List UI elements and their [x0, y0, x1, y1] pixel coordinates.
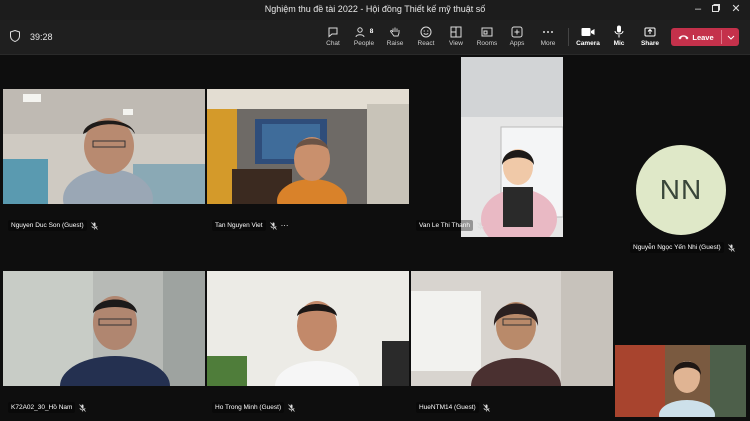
- mic-muted-icon: [79, 403, 87, 412]
- hand-icon: [390, 27, 400, 36]
- chat-icon: [328, 27, 338, 38]
- window-titlebar: Nghiệm thu đề tài 2022 - Hội đồng Thiết …: [0, 0, 750, 20]
- maximize-icon[interactable]: [708, 2, 724, 16]
- participant-label: Nguyễn Ngọc Yến Nhi (Guest): [630, 242, 735, 253]
- self-view-video[interactable]: [615, 345, 746, 417]
- meeting-toolbar: 39:28 Chat 8 People Raise React View Roo…: [0, 20, 750, 55]
- chevron-down-icon[interactable]: [724, 28, 738, 46]
- participant-more-options[interactable]: ···: [281, 221, 289, 230]
- rooms-button[interactable]: Rooms: [471, 24, 503, 52]
- microphone-icon: [614, 25, 624, 38]
- participant-label: Tan Nguyen Viet ···: [212, 220, 289, 231]
- leave-main[interactable]: Leave: [671, 28, 721, 46]
- participant-label: Nguyen Duc Son (Guest): [8, 220, 98, 231]
- video-feed: [461, 57, 563, 237]
- window-title: Nghiệm thu đề tài 2022 - Hội đồng Thiết …: [264, 4, 486, 14]
- people-icon: [355, 26, 365, 37]
- video-tile-huentm14[interactable]: [411, 271, 613, 386]
- video-tile-van-le-thi-thanh[interactable]: [461, 57, 563, 237]
- phone-hangup-icon: [678, 35, 689, 40]
- participant-avatar[interactable]: NN: [636, 145, 726, 235]
- mic-muted-icon: [288, 403, 295, 412]
- close-icon[interactable]: ✕: [728, 2, 744, 16]
- mic-muted-icon: [482, 403, 490, 412]
- video-feed: [3, 89, 205, 204]
- participant-label: HueNTM14 (Guest): [416, 402, 490, 413]
- leave-divider: [721, 30, 722, 44]
- video-feed: [207, 271, 409, 386]
- camera-icon: [581, 27, 595, 36]
- shield-icon: [10, 30, 20, 42]
- leave-label: Leave: [692, 32, 714, 42]
- video-tile-nguyen-duc-son[interactable]: [3, 89, 205, 204]
- view-button[interactable]: View: [440, 24, 472, 52]
- apps-button[interactable]: Apps: [501, 24, 533, 52]
- mic-button[interactable]: Mic: [603, 24, 635, 52]
- participant-label: K72A02_30_Hồ Nam: [8, 402, 87, 413]
- raise-hand-button[interactable]: Raise: [379, 24, 411, 52]
- share-button[interactable]: Share: [634, 24, 666, 52]
- leave-button[interactable]: Leave: [671, 28, 739, 46]
- video-feed: [207, 89, 409, 204]
- video-feed: [615, 345, 746, 417]
- rooms-icon: [481, 27, 493, 36]
- ellipsis-icon: [543, 30, 553, 33]
- minimize-icon[interactable]: –: [690, 2, 706, 16]
- mic-muted-icon: [90, 221, 98, 230]
- video-tile-tan-nguyen-viet[interactable]: [207, 89, 409, 204]
- participant-label: Ho Trong Minh (Guest): [212, 402, 295, 413]
- meeting-timer: 39:28: [30, 32, 53, 42]
- participant-label: Van Le Thi Thanh: [416, 220, 484, 231]
- apps-icon: [511, 26, 523, 37]
- video-feed: [411, 271, 613, 386]
- mic-muted-icon: [727, 243, 735, 252]
- smiley-icon: [420, 26, 432, 37]
- people-count-badge: 8: [369, 28, 374, 35]
- mic-muted-icon: [269, 221, 277, 230]
- people-button[interactable]: 8 People: [348, 24, 380, 52]
- camera-button[interactable]: Camera: [572, 24, 604, 52]
- video-tile-ho-trong-minh[interactable]: [207, 271, 409, 386]
- toolbar-divider: [568, 28, 569, 46]
- more-button[interactable]: More: [532, 24, 564, 52]
- view-icon: [450, 26, 462, 37]
- video-feed: [3, 271, 205, 386]
- share-icon: [644, 27, 656, 36]
- chat-button[interactable]: Chat: [317, 24, 349, 52]
- react-button[interactable]: React: [410, 24, 442, 52]
- video-tile-ho-nam[interactable]: [3, 271, 205, 386]
- mic-muted-icon: [477, 221, 484, 230]
